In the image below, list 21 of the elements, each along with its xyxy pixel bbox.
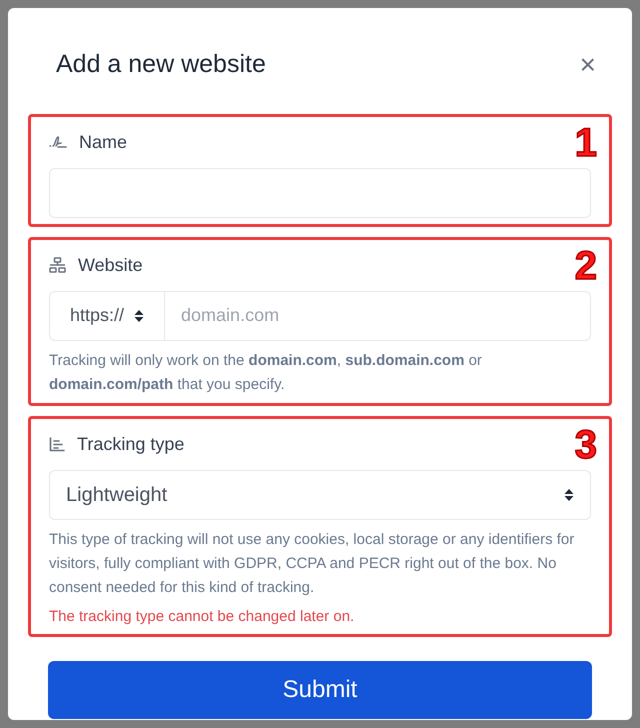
- network-icon: [49, 257, 66, 273]
- submit-button[interactable]: Submit: [48, 660, 592, 718]
- field-label: Name: [79, 130, 128, 154]
- help-text: Tracking will only work on the domain.com, sub.domain.com or domain.com/path that you specify.: [49, 350, 483, 394]
- annotation-number: 1: [574, 122, 597, 162]
- domain-field[interactable]: domain.com: [165, 290, 591, 340]
- tracking-type-select[interactable]: Lightweight: [49, 470, 591, 520]
- dialog-title: Add a new website: [56, 49, 266, 80]
- sort-icon: [134, 308, 144, 322]
- warning-text: The tracking type cannot be changed later on.: [49, 606, 356, 626]
- close-button[interactable]: ×: [580, 50, 596, 79]
- name-field[interactable]: [49, 168, 591, 218]
- sort-icon: [564, 488, 574, 502]
- annotation-number: 2: [574, 246, 597, 286]
- field-label: Website: [78, 254, 143, 276]
- annotation-number: 3: [574, 424, 597, 464]
- list-icon: [49, 436, 65, 452]
- field-label: Tracking type: [77, 432, 184, 456]
- protocol-select[interactable]: https://: [49, 290, 166, 340]
- help-text: This type of tracking will not use any cookies, local storage or any identifiers for visitors, fully compliant with GDPR, CCPA and PECR right out of the box. No consent needed for this kind of tracking.: [49, 530, 576, 598]
- signature-icon: [49, 135, 67, 149]
